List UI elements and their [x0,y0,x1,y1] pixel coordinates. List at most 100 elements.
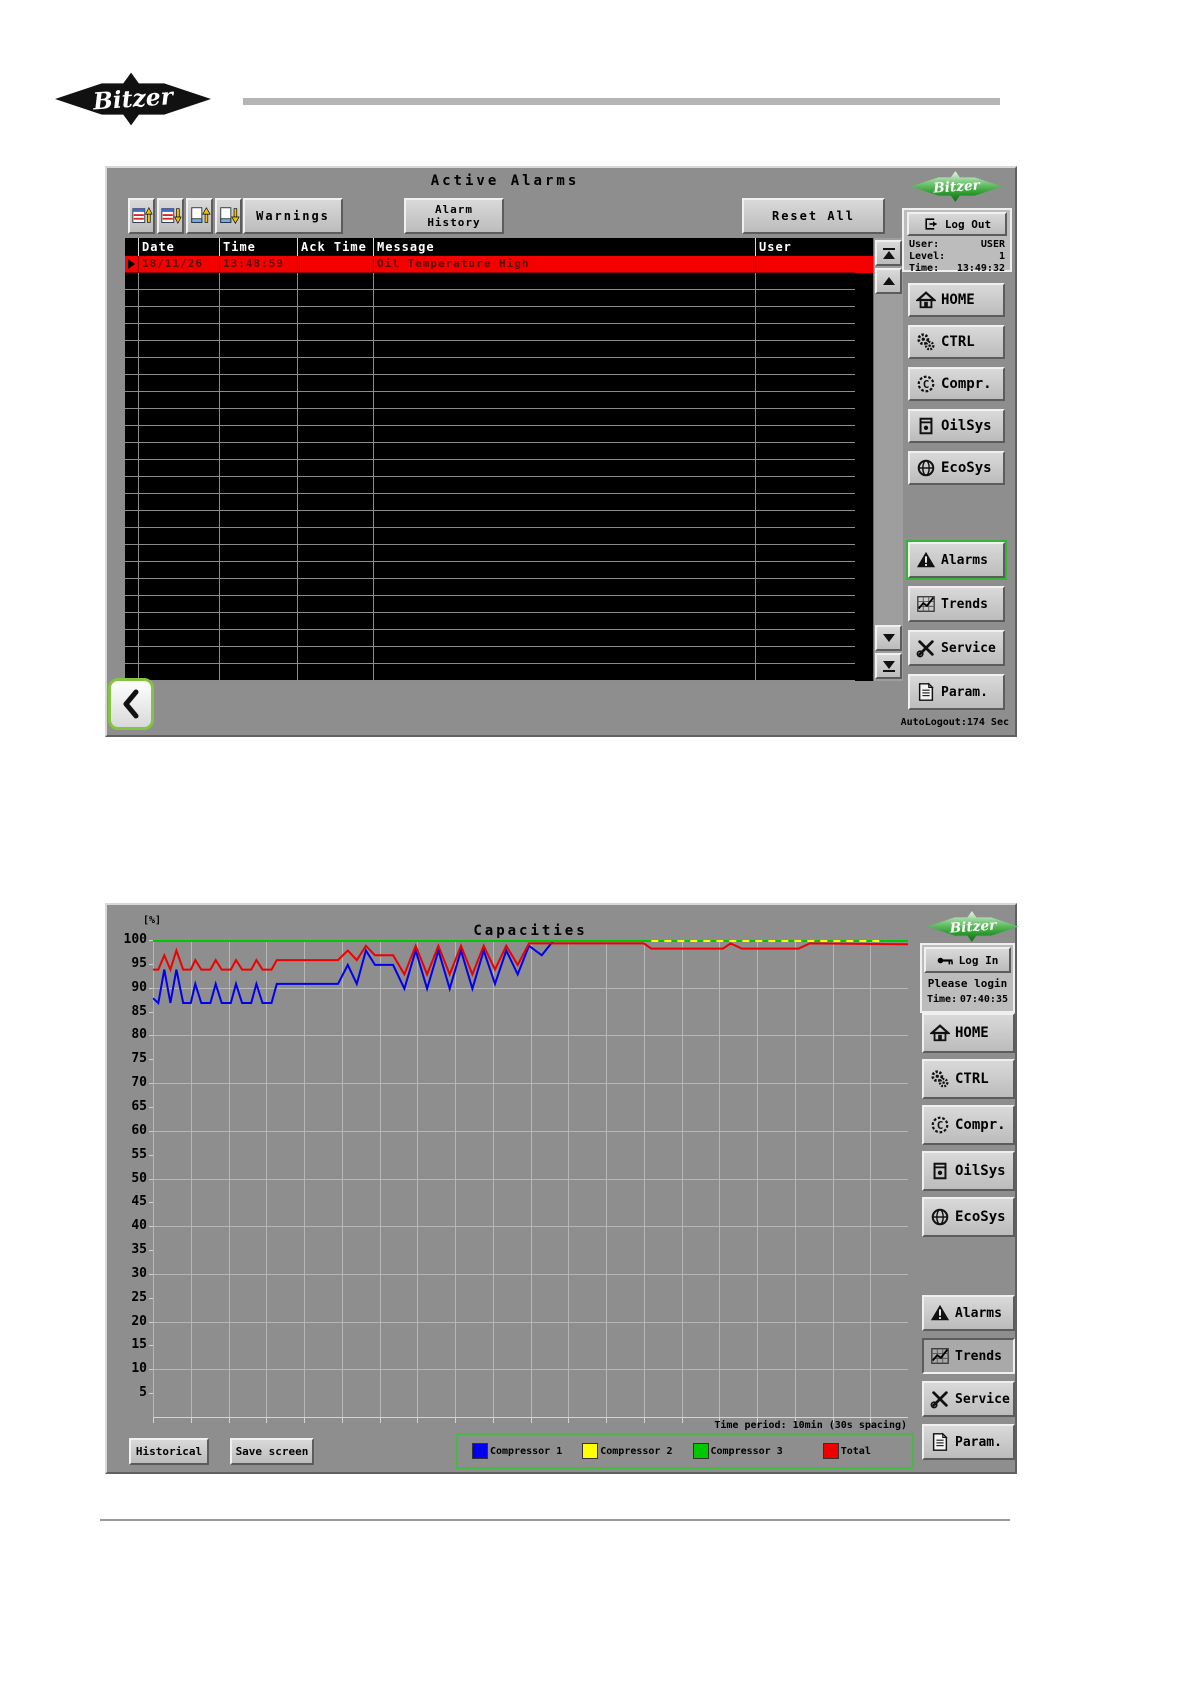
sidebar-item-alarms[interactable]: Alarms [906,540,1007,580]
session-user-row: User: USER [909,239,1005,250]
legend-label: Compressor 2 [600,1445,673,1457]
compressor-icon: C [931,1116,949,1134]
y-tick-label: 5 [139,1385,147,1401]
trends-chart-icon [917,596,935,612]
y-tick-label: 65 [131,1098,147,1114]
sidebar-item-service[interactable]: Service [908,630,1005,666]
alarm-table-header: Date Time Ack Time Message User [125,238,885,256]
log-in-button[interactable]: Log In [924,947,1011,973]
globe-icon [931,1208,949,1226]
gears-icon [917,333,935,351]
log-in-key-icon [937,957,953,964]
alarm-table-scrollbar[interactable] [873,238,903,681]
y-tick-label: 95 [131,955,147,971]
legend-label: Total [840,1445,871,1457]
active-alarms-screenshot: Active Alarms Warnings Alarm History Res… [105,166,1017,737]
sidebar-item-ctrl[interactable]: CTRL [908,325,1005,359]
empty-alarm-row [125,545,885,562]
legend-item: Compressor 3 [692,1443,783,1459]
empty-alarm-row [125,409,885,426]
service-tools-icon [916,640,934,658]
svg-text:C: C [937,1119,944,1132]
selected-row-marker-icon [128,259,135,269]
empty-alarm-row [125,630,885,647]
param-document-icon [918,682,934,701]
legend-item: Total [822,1443,871,1459]
empty-alarm-row [125,562,885,579]
log-out-button[interactable]: Log Out [907,212,1007,236]
y-tick-label: 75 [131,1051,147,1067]
sidebar-item-oilsys[interactable]: OilSys [922,1151,1015,1191]
empty-alarm-row [125,273,885,290]
sidebar-item-home[interactable]: HOME [908,283,1005,317]
alarm-warning-icon [916,551,936,568]
bitzer-sidebar-logo: Bitzer [927,911,1019,942]
user-column-header: User [759,240,792,254]
alarm-row[interactable]: 18/11/26 13:48:59 Oil Temperature High [125,256,885,273]
oil-icon [933,1162,947,1180]
page-down-button[interactable] [215,198,242,234]
empty-alarm-row [125,358,885,375]
legend-label: Compressor 1 [490,1445,563,1457]
home-icon [916,291,936,309]
session-panel: Log In Please login Time: 07:40:35 [920,943,1015,1013]
empty-alarm-row [125,443,885,460]
legend-swatch [582,1443,599,1459]
save-screen-button[interactable]: Save screen [230,1438,314,1465]
session-level-row: Level: 1 [909,251,1005,262]
alarm-history-button[interactable]: Alarm History [404,198,504,234]
empty-alarm-row [125,460,885,477]
session-panel: Log Out User: USER Level: 1 Time: 13:49:… [902,208,1012,274]
sidebar-item-compr[interactable]: C Compr. [908,367,1005,401]
scroll-down-button[interactable] [875,625,902,651]
sidebar-item-ctrl[interactable]: CTRL [922,1059,1015,1099]
sidebar-item-trends[interactable]: Trends [908,586,1005,622]
y-tick-label: 60 [131,1122,147,1138]
sidebar-item-ecosys[interactable]: EcoSys [908,451,1005,485]
sidebar-item-oilsys[interactable]: OilSys [908,409,1005,443]
y-tick-label: 45 [131,1194,147,1210]
y-tick-label: 30 [131,1265,147,1281]
page-down-icon [219,207,240,224]
sidebar-item-compr[interactable]: C Compr. [922,1105,1015,1145]
legend-swatch [692,1443,709,1459]
message-column-header: Message [374,238,756,256]
empty-alarm-row [125,290,885,307]
empty-alarm-row [125,324,885,341]
empty-alarm-row [125,579,885,596]
reset-all-button[interactable]: Reset All [742,198,885,234]
y-tick-label: 15 [131,1337,147,1353]
scroll-alarm-last-button[interactable] [157,198,184,234]
sidebar-item-trends[interactable]: Trends [922,1338,1015,1374]
historical-button[interactable]: Historical [129,1438,209,1465]
empty-alarm-row [125,596,885,613]
log-out-icon [925,218,937,230]
warnings-button[interactable]: Warnings [243,198,343,234]
empty-alarm-row [125,341,885,358]
scroll-to-top-button[interactable] [875,240,902,266]
svg-text:C: C [923,378,930,391]
time-value: 13:49:32 [956,263,1005,274]
empty-alarm-row [125,477,885,494]
page-up-button[interactable] [186,198,213,234]
sidebar-item-service[interactable]: Service [922,1381,1015,1417]
page-up-icon [190,207,211,223]
back-button[interactable] [108,678,154,730]
alarm-table: Date Time Ack Time Message User 18/11/26… [125,238,885,681]
sidebar-item-home[interactable]: HOME [922,1013,1015,1053]
sidebar-item-alarms[interactable]: Alarms [922,1295,1015,1331]
ack-time-column-header: Ack Time [298,238,374,256]
header-rule [243,98,1000,105]
bitzer-logo: Bitzer [55,72,211,126]
y-tick-label: 70 [131,1075,147,1091]
legend-swatch [472,1443,488,1459]
globe-icon [917,459,935,477]
scroll-alarm-first-button[interactable] [128,198,155,234]
scroll-to-bottom-button[interactable] [875,653,902,679]
sidebar-item-ecosys[interactable]: EcoSys [922,1197,1015,1237]
sidebar-item-param[interactable]: Param. [908,674,1005,710]
sidebar-item-param[interactable]: Param. [922,1424,1015,1460]
time-period-label: Time period: 10min (30s spacing) [714,1420,907,1431]
scroll-up-button[interactable] [875,268,902,294]
legend-item: Compressor 2 [582,1443,673,1459]
